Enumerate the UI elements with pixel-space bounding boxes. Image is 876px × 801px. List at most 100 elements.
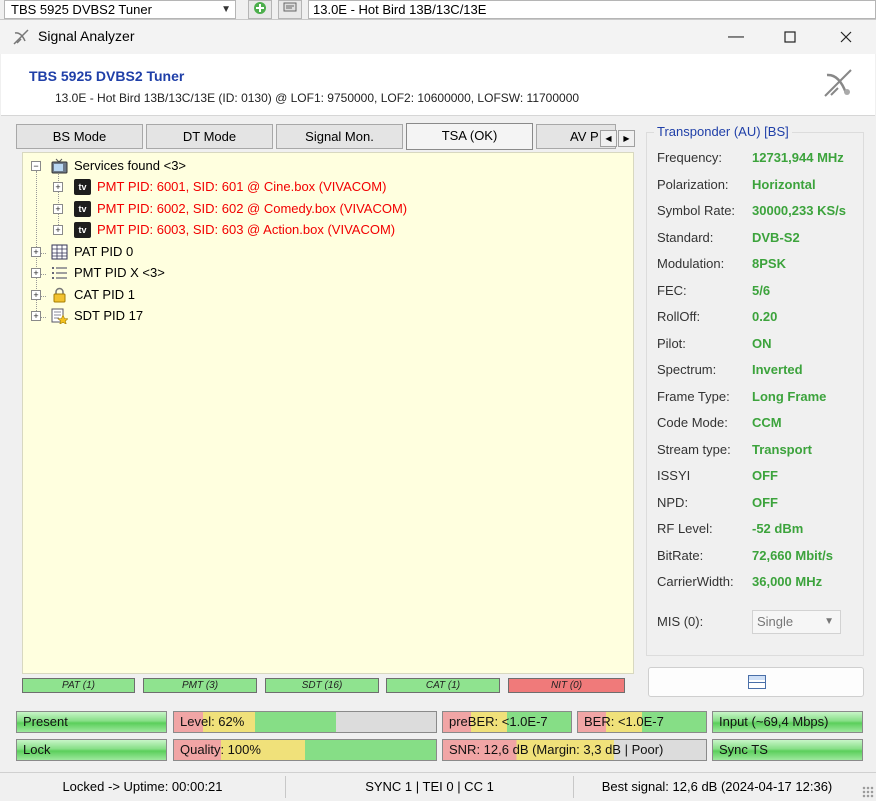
present-label: Present — [23, 714, 68, 729]
expand-icon[interactable]: + — [31, 247, 41, 257]
tree-node-sdt[interactable]: + SDT PID 17 — [23, 306, 623, 326]
expand-icon[interactable]: + — [31, 290, 41, 300]
property-value: 36,000 MHz — [752, 574, 823, 589]
tree-label: PMT PID: 6002, SID: 602 @ Comedy.box (VI… — [97, 201, 408, 216]
snr-label: SNR: 12,6 dB (Margin: 3,3 dB | Poor) — [449, 742, 664, 757]
add-icon[interactable] — [248, 0, 272, 19]
expand-icon[interactable]: + — [53, 204, 63, 214]
property-value: Horizontal — [752, 176, 816, 192]
tuner-header: TBS 5925 DVBS2 Tuner 13.0E - Hot Bird 13… — [1, 54, 875, 116]
property-key: FEC: — [657, 282, 687, 298]
ber-label: BER: <1.0E-7 — [584, 714, 664, 729]
ts-tree: − Services found <3> + tv PMT PID: 6001,… — [22, 152, 634, 674]
tree-node-pat[interactable]: + PAT PID 0 — [23, 242, 623, 262]
property-row: NPD: OFF — [657, 494, 867, 512]
expand-icon[interactable]: + — [31, 268, 41, 278]
tab-dt-mode[interactable]: DT Mode — [146, 124, 273, 149]
tuner-name: TBS 5925 DVBS2 Tuner — [29, 68, 185, 84]
property-value: 12731,944 MHz — [752, 150, 844, 165]
uptime-status: Locked -> Uptime: 00:00:21 — [62, 779, 223, 794]
maximize-icon[interactable] — [766, 22, 814, 52]
tree-label: PMT PID X <3> — [74, 265, 165, 280]
tree-node-pmt[interactable]: + PMT PID X <3> — [23, 263, 623, 283]
best-signal-status: Best signal: 12,6 dB (2024-04-17 12:36) — [601, 779, 833, 794]
tv-icon: tv — [74, 179, 91, 195]
close-icon[interactable] — [822, 22, 870, 52]
property-row: Pilot: ON — [657, 335, 867, 353]
chevron-down-icon: ▼ — [221, 4, 231, 15]
window-titlebar: Signal Analyzer — — [0, 20, 876, 54]
property-row: Code Mode: CCM — [657, 414, 867, 432]
tree-label: Services found <3> — [74, 158, 187, 173]
satellite-dish-icon — [12, 28, 30, 46]
property-value: 30000,233 KS/s — [752, 203, 846, 218]
tab-scroll-left-icon[interactable]: ◀ — [600, 130, 617, 147]
mis-label: MIS (0): — [657, 614, 704, 629]
tuner-select[interactable]: TBS 5925 DVBS2 Tuner ▼ — [4, 0, 236, 19]
expand-icon[interactable]: + — [31, 311, 41, 321]
lock-label: Lock — [23, 742, 51, 757]
tree-node-service[interactable]: + tv PMT PID: 6001, SID: 601 @ Cine.box … — [23, 177, 623, 197]
property-value: -52 dBm — [752, 521, 804, 536]
tab-scroll-right-icon[interactable]: ▶ — [618, 130, 635, 147]
property-value: 5/6 — [752, 282, 771, 298]
sync-ts-indicator: Sync TS — [712, 739, 863, 761]
property-row: ISSYI OFF — [657, 467, 867, 485]
property-value: Long Frame — [752, 388, 827, 404]
property-value: 72,660 Mbit/s — [752, 547, 833, 563]
property-value: 0.20 — [752, 309, 778, 324]
collapse-icon[interactable]: − — [31, 161, 41, 171]
pid-bar-pat: PAT (1) — [22, 678, 135, 693]
property-row: Symbol Rate: 30000,233 KS/s — [657, 202, 867, 220]
ber-indicator: BER: <1.0E-7 — [577, 711, 707, 733]
property-key: Standard: — [657, 229, 714, 245]
tab-tsa[interactable]: TSA (OK) — [406, 123, 533, 150]
tree-node-services[interactable]: − Services found <3> — [23, 156, 623, 176]
tab-bs-mode[interactable]: BS Mode — [16, 124, 143, 149]
list-icon — [51, 265, 68, 281]
property-key: NPD: — [657, 494, 689, 510]
preber-indicator: preBER: <1.0E-7 — [442, 711, 572, 733]
tree-node-service[interactable]: + tv PMT PID: 6003, SID: 603 @ Action.bo… — [23, 220, 623, 240]
satellite-dish-icon — [821, 66, 855, 100]
tree-node-cat[interactable]: + CAT PID 1 — [23, 285, 623, 305]
status-bar: Locked -> Uptime: 00:00:21 SYNC 1 | TEI … — [0, 772, 876, 800]
tab-signal-mon[interactable]: Signal Mon. — [276, 124, 403, 149]
property-value: Transport — [752, 441, 812, 457]
settings-icon[interactable] — [278, 0, 302, 19]
tv-set-icon — [51, 158, 68, 174]
mis-select[interactable]: Single ▼ — [752, 610, 841, 634]
pid-bar-nit: NIT (0) — [508, 678, 625, 693]
property-row: RollOff: 0.20 — [657, 308, 867, 326]
mode-tabs: BS Mode DT Mode Signal Mon. TSA (OK) AV … — [16, 123, 636, 150]
expand-icon[interactable]: + — [53, 182, 63, 192]
sync-ts-label: Sync TS — [719, 742, 768, 757]
satellite-field-value: 13.0E - Hot Bird 13B/13C/13E — [313, 2, 487, 17]
satellite-field[interactable]: 13.0E - Hot Bird 13B/13C/13E — [308, 0, 876, 19]
window-title: Signal Analyzer — [38, 28, 135, 44]
input-label: Input (~69,4 Mbps) — [719, 714, 829, 729]
property-value: OFF — [752, 494, 778, 510]
property-key: Modulation: — [657, 256, 725, 271]
property-key: Polarization: — [657, 176, 729, 192]
quality-meter: Quality: 100% — [173, 739, 437, 761]
tree-label: PMT PID: 6001, SID: 601 @ Cine.box (VIVA… — [97, 179, 387, 194]
property-row: Modulation: 8PSK — [657, 255, 867, 273]
pid-bar-pmt: PMT (3) — [143, 678, 257, 693]
present-indicator: Present — [16, 711, 167, 733]
level-label: Level: 62% — [180, 714, 245, 729]
window-icon — [748, 675, 766, 689]
property-key: Spectrum: — [657, 362, 717, 377]
chevron-down-icon: ▼ — [824, 616, 834, 627]
property-row: Spectrum: Inverted — [657, 361, 867, 379]
table-icon — [51, 244, 68, 260]
resize-grip-icon[interactable] — [862, 786, 874, 798]
property-key: Stream type: — [657, 441, 731, 457]
property-row: FEC: 5/6 — [657, 282, 867, 300]
snr-indicator: SNR: 12,6 dB (Margin: 3,3 dB | Poor) — [442, 739, 707, 761]
level-meter: Level: 62% — [173, 711, 437, 733]
expand-icon[interactable]: + — [53, 225, 63, 235]
tree-node-service[interactable]: + tv PMT PID: 6002, SID: 602 @ Comedy.bo… — [23, 199, 623, 219]
minimize-icon[interactable]: — — [712, 22, 760, 52]
window-view-button[interactable] — [648, 667, 864, 697]
